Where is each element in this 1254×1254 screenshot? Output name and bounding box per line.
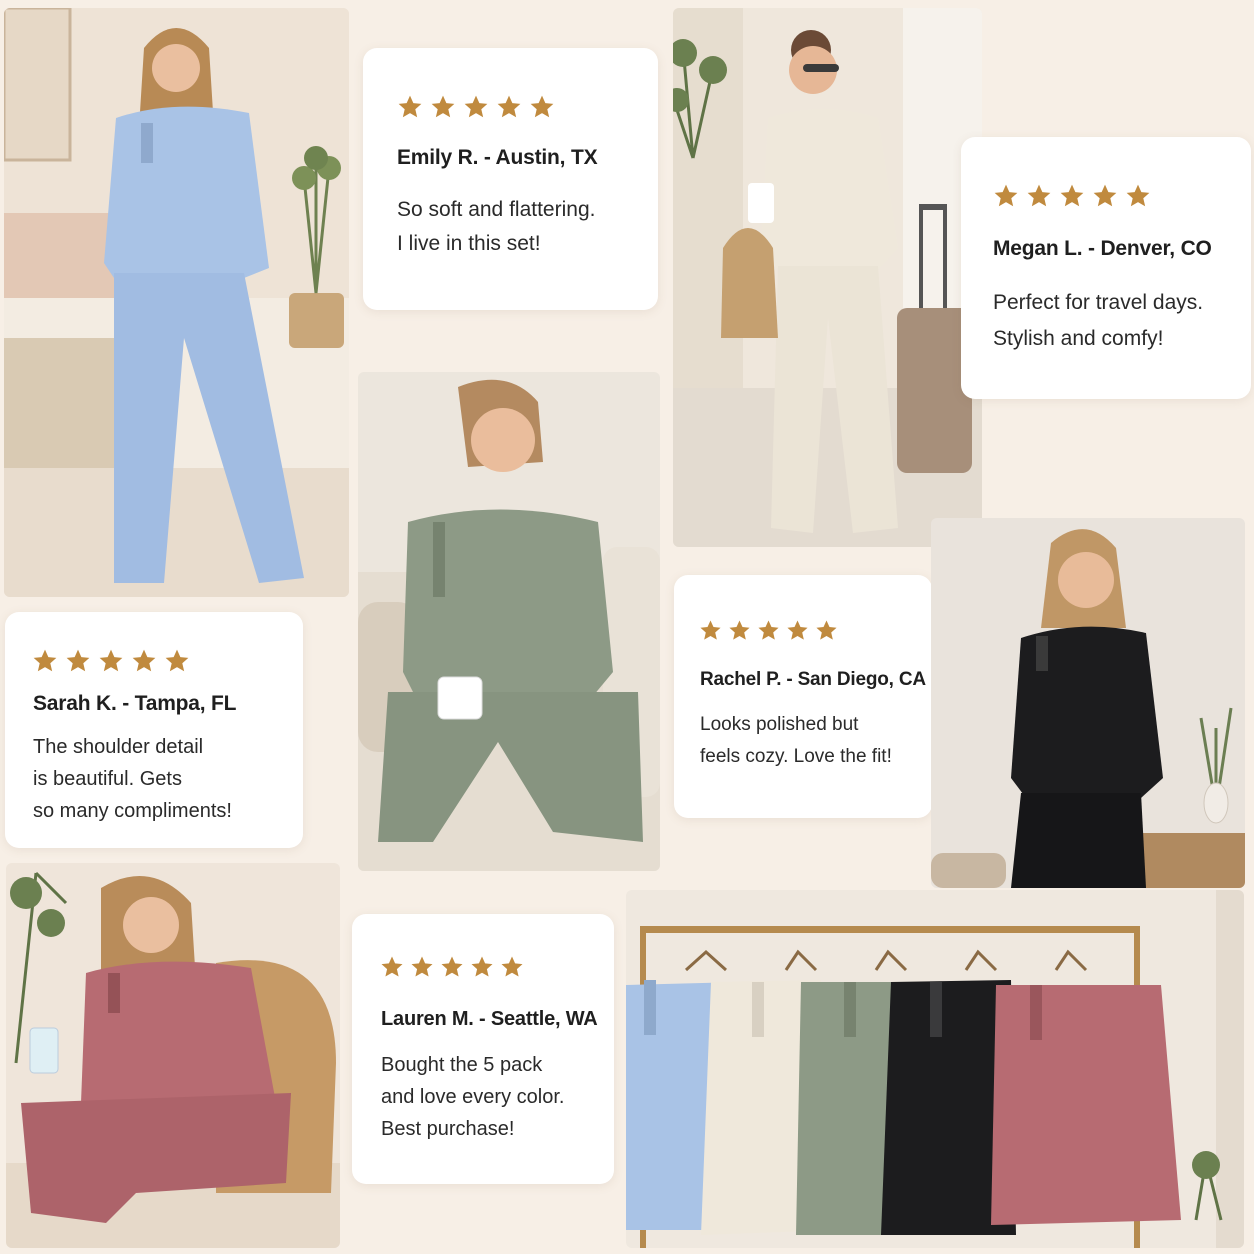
review-card-rachel: Rachel P. - San Diego, CA Looks polished… [674,575,932,818]
star-icon [757,619,780,642]
star-icon [993,183,1019,209]
review-text: So soft and flattering. I live in this s… [397,198,596,255]
reviewer-name: Rachel P. - San Diego, CA [700,669,926,690]
review-text: The shoulder detail is beautiful. Gets s… [33,736,232,822]
star-icon [529,94,555,120]
star-icon [131,648,157,674]
photo-cream-set-travel [673,8,982,547]
star-icon [98,648,124,674]
star-icon [1125,183,1151,209]
star-icon [397,94,423,120]
star-icon [430,94,456,120]
photo-black-set [931,518,1245,888]
star-icon [786,619,809,642]
star-icon [1059,183,1085,209]
star-icon [440,955,464,979]
review-card-sarah: Sarah K. - Tampa, FL The shoulder detail… [5,612,303,848]
review-text: Perfect for travel days. Stylish and com… [993,291,1204,350]
review-card-emily: Emily R. - Austin, TX So soft and flatte… [363,48,658,310]
star-rating [380,955,524,979]
photo-blue-set-bedroom [4,8,349,597]
star-icon [65,648,91,674]
star-icon [380,955,404,979]
reviewer-name: Sarah K. - Tampa, FL [33,692,237,715]
review-text: Bought the 5 pack and love every color. … [381,1054,565,1140]
reviewer-name: Lauren M. - Seattle, WA [381,1008,598,1030]
star-icon [470,955,494,979]
star-rating [397,94,555,120]
photo-clothing-rack-five-colors [626,890,1244,1248]
star-icon [699,619,722,642]
star-rating [32,648,190,674]
reviewer-name: Emily R. - Austin, TX [397,146,598,169]
star-icon [463,94,489,120]
star-icon [1092,183,1118,209]
star-icon [496,94,522,120]
star-icon [164,648,190,674]
star-icon [815,619,838,642]
photo-sage-set-sofa [358,372,660,871]
review-text: Looks polished but feels cozy. Love the … [700,714,892,767]
reviewer-name: Megan L. - Denver, CO [993,237,1212,260]
star-icon [500,955,524,979]
star-icon [728,619,751,642]
star-icon [410,955,434,979]
star-icon [32,648,58,674]
review-card-lauren: Lauren M. - Seattle, WA Bought the 5 pac… [352,914,614,1184]
review-card-megan: Megan L. - Denver, CO Perfect for travel… [961,137,1251,399]
photo-rose-set-chair [6,863,340,1248]
star-rating [993,183,1151,209]
star-rating [699,619,838,642]
star-icon [1026,183,1052,209]
